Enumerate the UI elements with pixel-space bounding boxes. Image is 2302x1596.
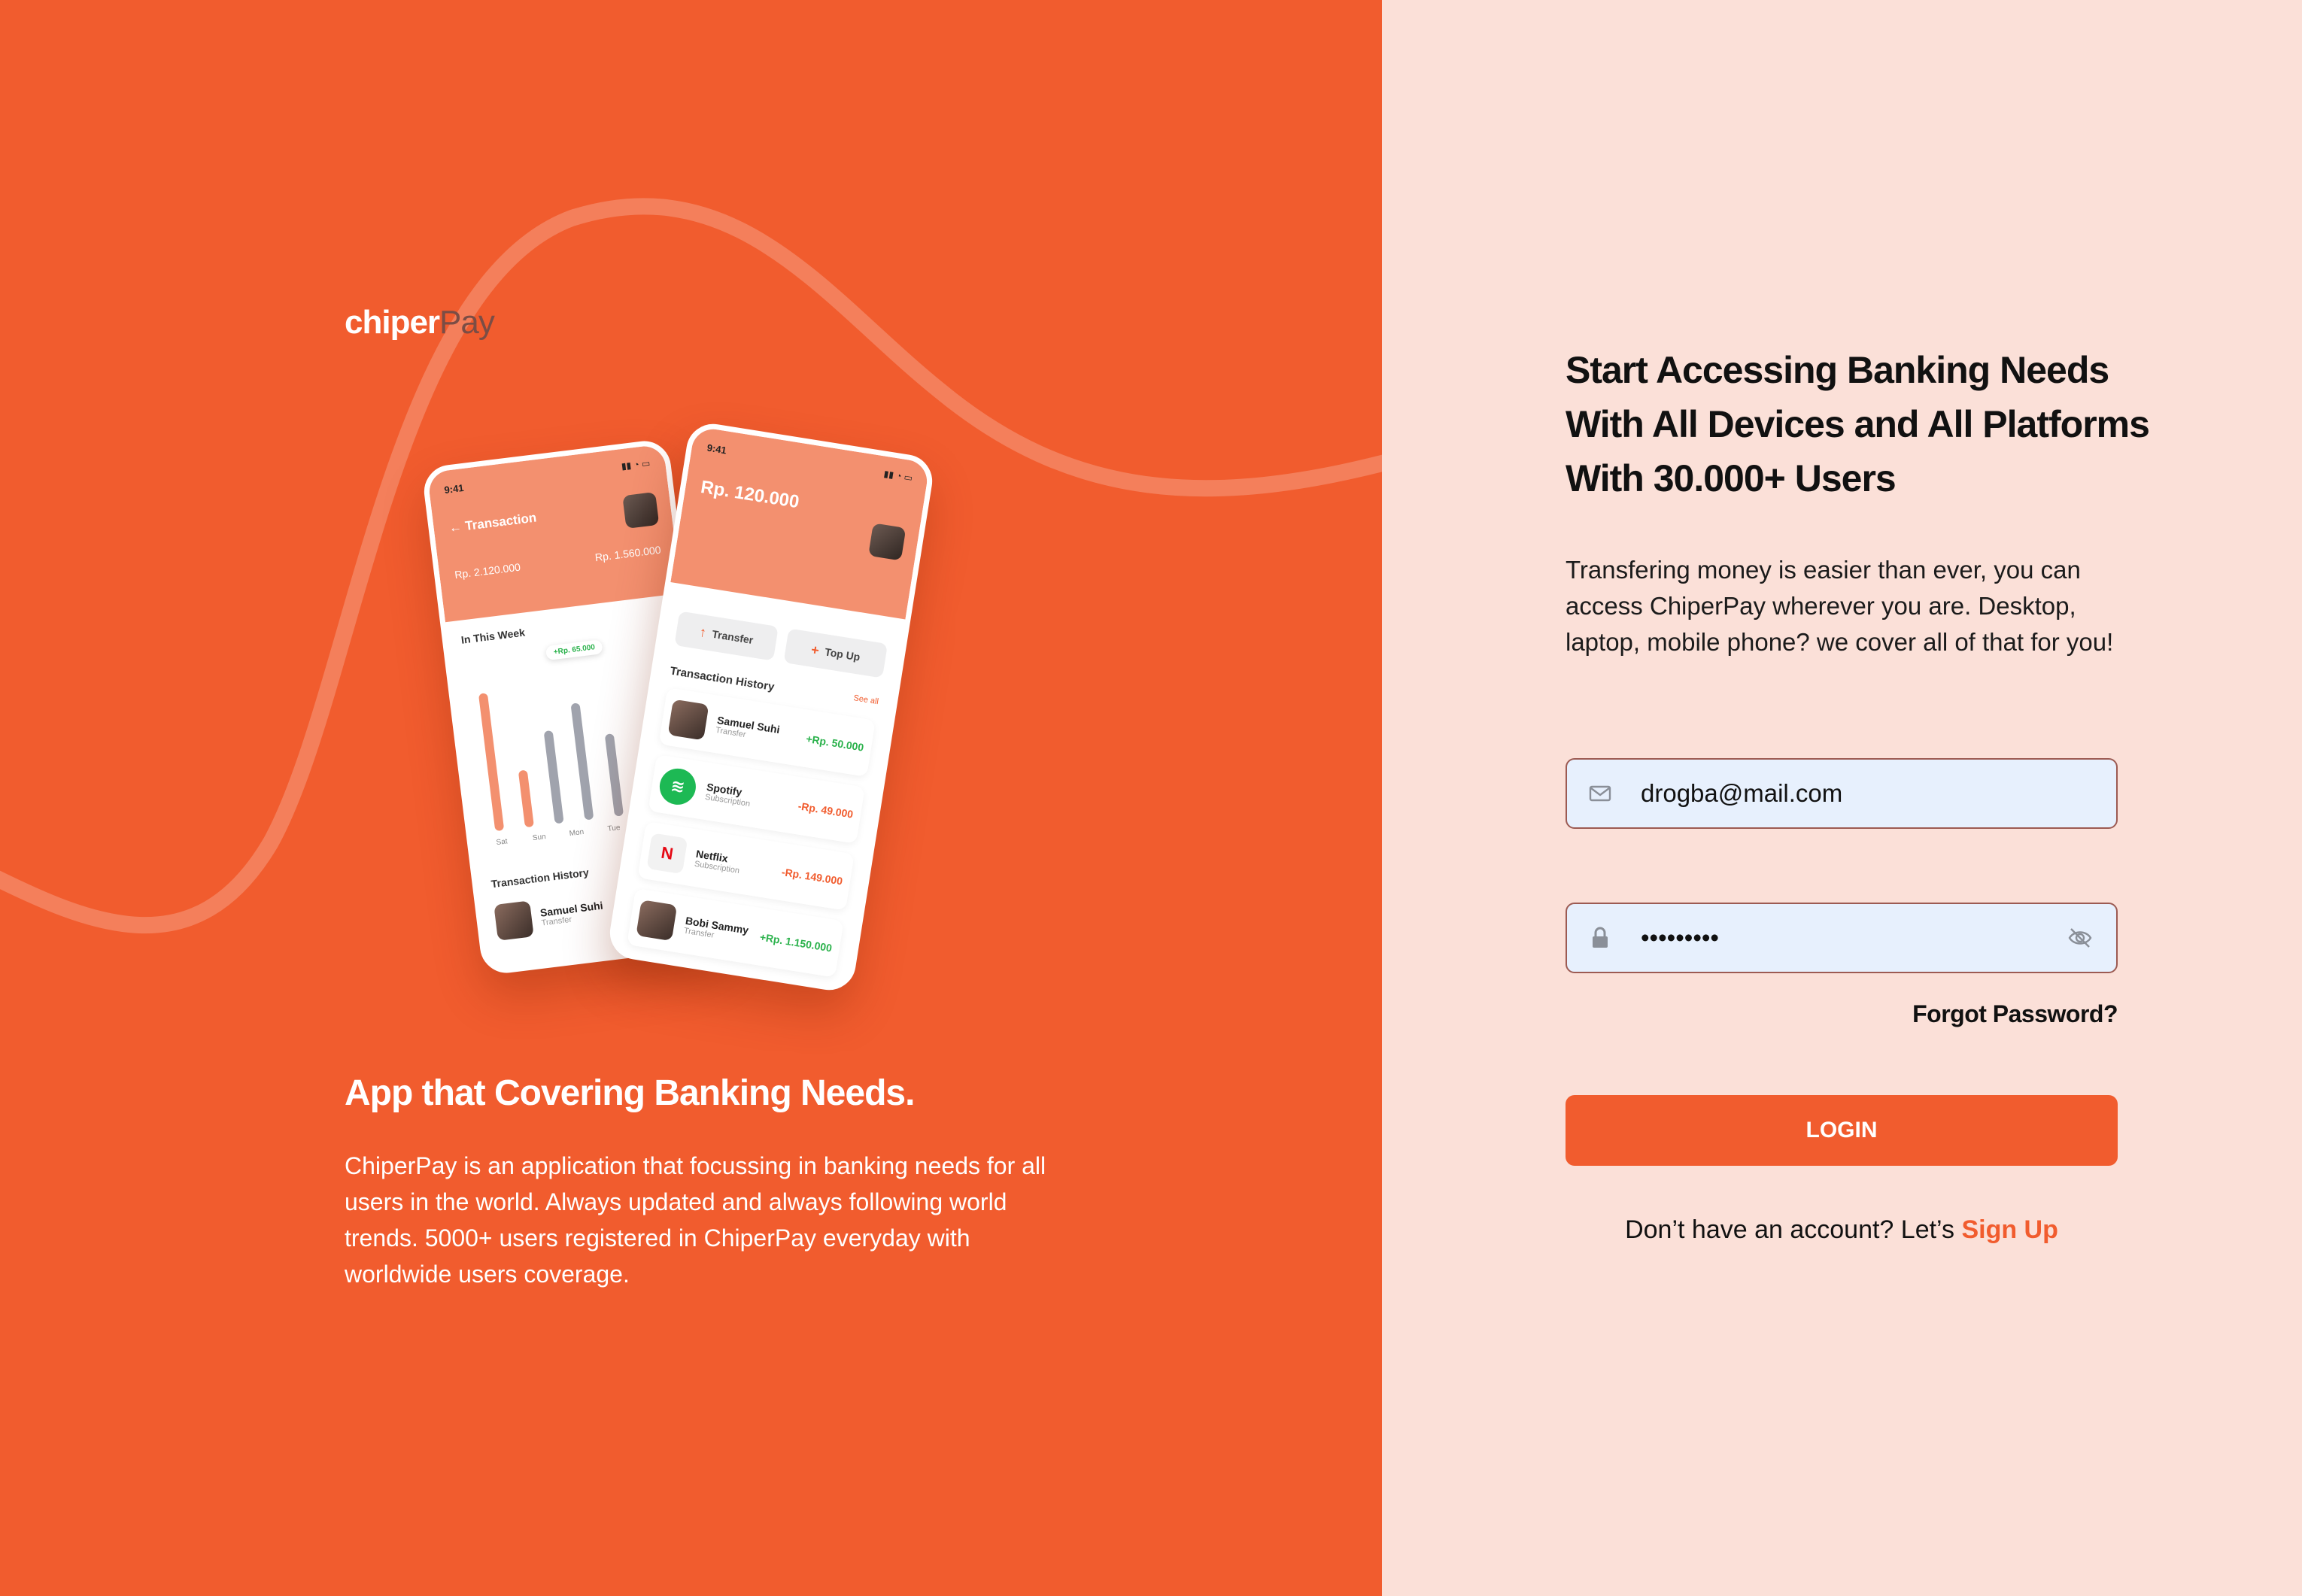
- transfer-label: Transfer: [711, 627, 755, 647]
- day-label: Sat: [496, 837, 509, 848]
- login-button[interactable]: LOGIN: [1566, 1095, 2118, 1166]
- history-label: Transaction History: [669, 664, 776, 694]
- hero-panel: chiperPay 9:41 ▮▮ ◔ ▭ ← Transaction Rp. …: [0, 0, 1382, 1596]
- password-input[interactable]: [1641, 924, 2065, 952]
- signup-prompt-text: Don’t have an account? Let’s: [1625, 1215, 1962, 1244]
- transaction-info: Samuel Suhi Transfer: [715, 714, 797, 747]
- transaction-amount: +Rp. 50.000: [805, 732, 865, 754]
- phone-header: 9:41 ▮▮ ◔ ▭ ← Transaction Rp. 2.120.000 …: [427, 444, 682, 623]
- plus-icon: +: [809, 642, 821, 658]
- outcome-value: Rp. 1.560.000: [594, 543, 662, 564]
- avatar: [622, 491, 660, 529]
- topup-label: Top Up: [824, 645, 861, 663]
- eye-off-icon[interactable]: [2065, 923, 2095, 953]
- netflix-icon: N: [646, 833, 688, 875]
- chart-tooltip: +Rp. 65.000: [545, 639, 603, 661]
- transaction-amount: -Rp. 149.000: [780, 866, 844, 888]
- email-field[interactable]: [1566, 758, 2118, 829]
- login-description: Transfering money is easier than ever, y…: [1566, 556, 2114, 656]
- avatar: [636, 900, 678, 942]
- transfer-button: ↑ Transfer: [674, 611, 779, 661]
- chart-bar: [604, 733, 624, 817]
- transaction-info: Spotify Subscription: [704, 781, 789, 815]
- chart-bar: [518, 769, 534, 828]
- see-all-link: See all: [852, 693, 879, 707]
- lock-icon: [1588, 926, 1612, 950]
- hero-description: ChiperPay is an application that focussi…: [345, 1152, 1046, 1288]
- avatar: [667, 699, 709, 741]
- app-mockup: 9:41 ▮▮ ◔ ▭ ← Transaction Rp. 2.120.000 …: [421, 420, 963, 994]
- brand-logo: chiperPay: [345, 304, 495, 341]
- hero-title: App that Covering Banking Needs.: [345, 1073, 915, 1113]
- forgot-password-link[interactable]: Forgot Password?: [1566, 1000, 2118, 1028]
- quick-actions: ↑ Transfer + Top Up: [674, 611, 888, 678]
- login-title-line2: With All Devices and All Platforms: [1566, 403, 2150, 445]
- day-label: Mon: [569, 827, 585, 839]
- mail-icon: [1588, 781, 1612, 806]
- spotify-icon: ≋: [657, 766, 699, 808]
- email-input[interactable]: [1641, 779, 2095, 808]
- login-panel: Start Accessing Banking Needs With All D…: [1382, 0, 2302, 1596]
- arrow-up-icon: ↑: [698, 624, 708, 640]
- login-title-line3: With 30.000+ Users: [1566, 457, 1897, 499]
- chart-bar: [570, 702, 594, 821]
- income-value: Rp. 2.120.000: [454, 560, 521, 581]
- chart-bar: [543, 730, 564, 824]
- password-field[interactable]: [1566, 903, 2118, 973]
- signup-link[interactable]: Sign Up: [1961, 1215, 2058, 1244]
- chart-bar: [478, 693, 505, 832]
- brand-logo-part2: Pay: [439, 304, 495, 341]
- signup-prompt: Don’t have an account? Let’s Sign Up: [1566, 1215, 2118, 1245]
- login-title-line1: Start Accessing Banking Needs: [1566, 349, 2109, 391]
- transaction-list: Samuel Suhi Transfer +Rp. 50.000 ≋ Spotify Su…: [627, 687, 876, 978]
- transaction-info: Bobi Sammy Transfer: [683, 915, 751, 945]
- brand-logo-part1: chiper: [345, 304, 440, 341]
- transaction-amount: +Rp. 1.150.000: [758, 930, 834, 954]
- status-time: 9:41: [443, 481, 465, 496]
- income-outcome: Rp. 2.120.000 Rp. 1.560.000: [454, 544, 661, 581]
- phone-title-text: Transaction: [464, 510, 538, 534]
- login-title: Start Accessing Banking Needs With All D…: [1566, 343, 2243, 505]
- day-label: Sun: [532, 833, 547, 843]
- avatar: [494, 900, 534, 941]
- day-label: Tue: [607, 823, 621, 833]
- transaction-amount: -Rp. 49.000: [797, 800, 855, 821]
- topup-button: + Top Up: [783, 628, 888, 678]
- avatar: [868, 523, 907, 561]
- transaction-info: Netflix Subscription: [694, 848, 773, 881]
